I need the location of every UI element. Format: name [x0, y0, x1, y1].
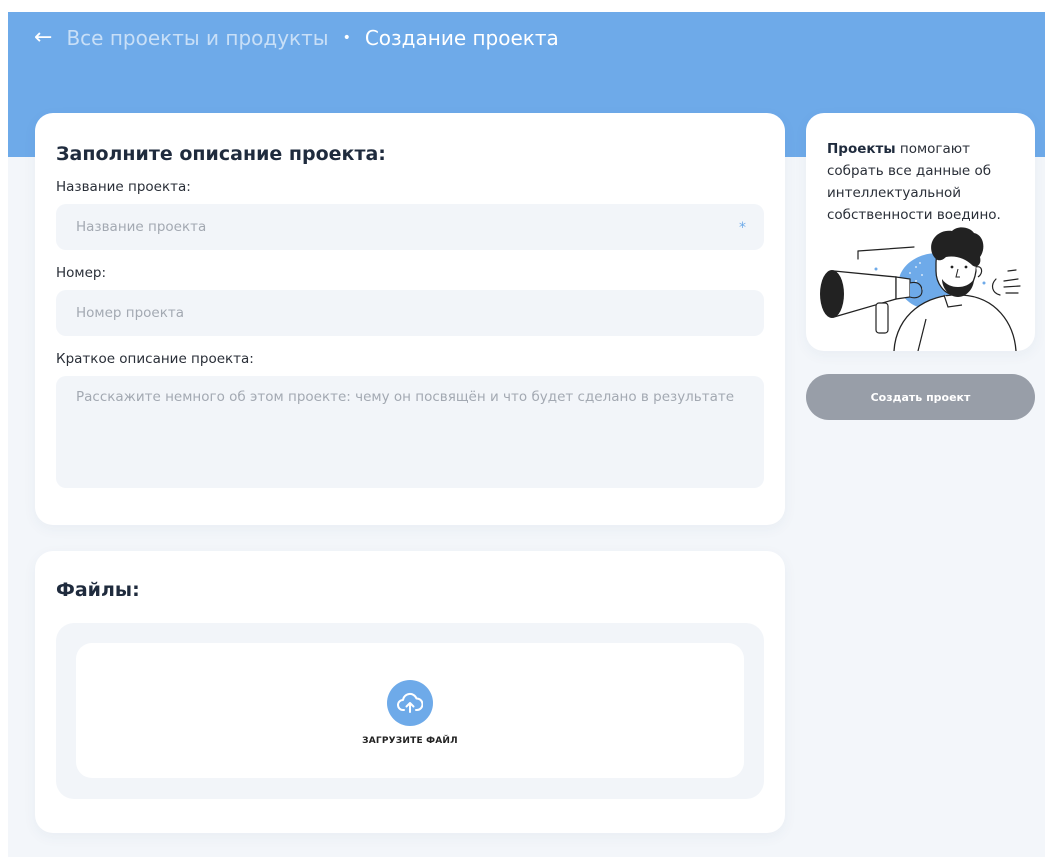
page-title: Создание проекта [364, 26, 559, 50]
required-mark: * [739, 220, 746, 236]
info-bold-word: Проекты [827, 141, 896, 157]
project-description-card: Заполните описание проекта: Название про… [35, 113, 785, 525]
project-name-input[interactable] [56, 204, 764, 250]
breadcrumb: ← Все проекты и продукты • Создание прое… [34, 24, 559, 52]
man-with-megaphone-illustration [820, 227, 1021, 351]
project-number-input[interactable] [56, 290, 764, 336]
files-card: Файлы: ЗАГРУЗИТЕ ФАЙЛ [35, 551, 785, 833]
info-card: Проекты помогают собрать все данные об и… [806, 113, 1035, 351]
project-name-wrap: * [56, 204, 764, 250]
project-number-label: Номер: [56, 265, 107, 281]
upload-file-label: ЗАГРУЗИТЕ ФАЙЛ [362, 735, 458, 746]
file-drop-zone: ЗАГРУЗИТЕ ФАЙЛ [56, 623, 764, 799]
breadcrumb-separator: • [342, 30, 351, 46]
file-upload-area[interactable]: ЗАГРУЗИТЕ ФАЙЛ [76, 643, 744, 778]
cloud-upload-icon[interactable] [387, 679, 433, 726]
breadcrumb-all-projects[interactable]: Все проекты и продукты [66, 26, 328, 50]
files-card-title: Файлы: [56, 579, 140, 601]
arrow-left-icon[interactable]: ← [34, 27, 52, 49]
info-text: Проекты помогают собрать все данные об и… [827, 138, 1027, 226]
project-summary-label: Краткое описание проекта: [56, 351, 254, 367]
project-name-label: Название проекта: [56, 179, 191, 195]
create-project-button[interactable]: Создать проект [806, 374, 1035, 420]
project-summary-textarea[interactable] [56, 376, 764, 488]
description-card-title: Заполните описание проекта: [56, 143, 386, 165]
